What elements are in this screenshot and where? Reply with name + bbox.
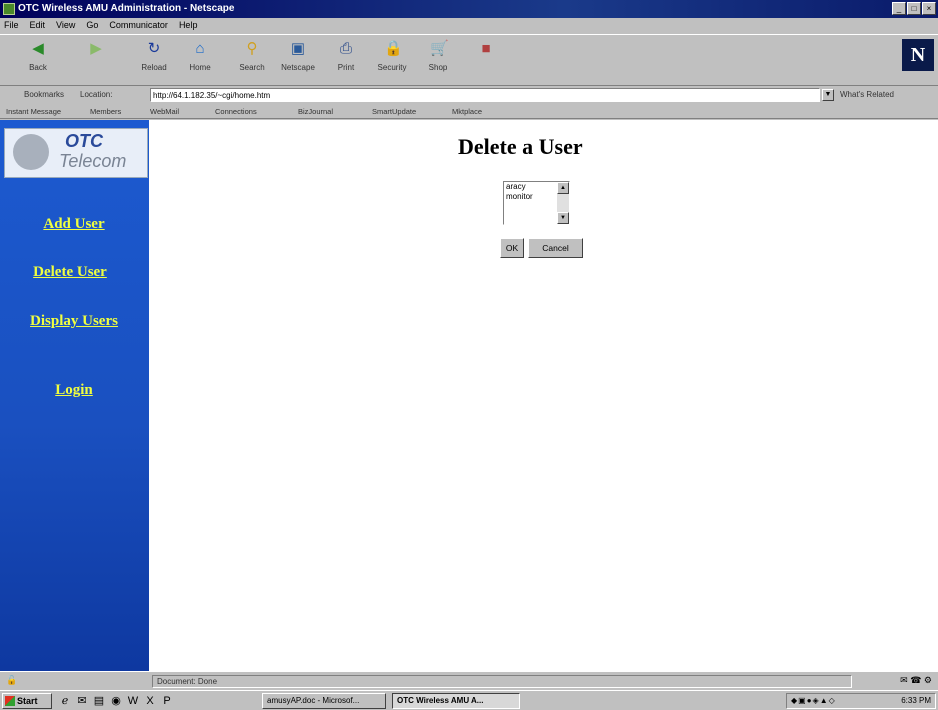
logo-otc-text: OTC	[65, 131, 103, 151]
logo-telecom-text: Telecom	[59, 151, 127, 171]
personal-link-smartupdate[interactable]: SmartUpdate	[372, 107, 416, 116]
location-label: Location:	[80, 90, 113, 99]
maximize-button[interactable]: □	[907, 2, 921, 15]
print-button[interactable]: ⎙ Print	[326, 41, 366, 79]
menu-file[interactable]: File	[4, 18, 19, 32]
security-icon: 🔒	[384, 40, 403, 57]
personal-link-webmail[interactable]: WebMail	[150, 107, 179, 116]
list-scrollbar[interactable]: ▲ ▼	[557, 182, 569, 224]
user-select-list[interactable]: aracy monitor ▲ ▼	[503, 181, 570, 225]
forward-button[interactable]: ▶	[76, 41, 116, 79]
status-bar: 🔓 Document: Done ✉ ☎ ⚙	[0, 671, 938, 689]
menu-bar: File Edit View Go Communicator Help	[0, 18, 938, 32]
forward-arrow-icon: ▶	[90, 40, 102, 57]
nav-add-user[interactable]: Add User	[28, 216, 120, 233]
nav-display-users[interactable]: Display Users	[30, 310, 118, 332]
back-arrow-icon: ◀	[32, 40, 44, 57]
netscape-logo[interactable]: N	[902, 39, 934, 71]
personal-toolbar: Instant Message Members WebMail Connecti…	[0, 105, 938, 119]
outlook-icon[interactable]: ✉	[75, 694, 89, 708]
window-title: OTC Wireless AMU Administration - Netsca…	[18, 3, 235, 14]
netscape-icon: ▣	[290, 40, 306, 57]
window-controls: _ □ ×	[892, 2, 936, 15]
otc-telecom-logo: OTC Telecom	[4, 128, 148, 178]
location-toolbar: Bookmarks Location: http://64.1.182.35/~…	[0, 87, 938, 104]
channels-icon[interactable]: ◉	[109, 694, 123, 708]
url-dropdown-button[interactable]: ▼	[822, 89, 834, 101]
personal-link-instant-message[interactable]: Instant Message	[6, 107, 61, 116]
cancel-button[interactable]: Cancel	[528, 238, 583, 258]
url-input[interactable]: http://64.1.182.35/~cgi/home.htm	[150, 88, 820, 102]
desktop-icon[interactable]: ▤	[92, 694, 106, 708]
home-button[interactable]: ⌂ Home	[180, 41, 220, 79]
menu-communicator[interactable]: Communicator	[109, 18, 168, 32]
word-icon[interactable]: W	[126, 694, 140, 708]
nav-login[interactable]: Login	[40, 382, 108, 399]
page-title: Delete a User	[458, 134, 583, 159]
personal-link-mktplace[interactable]: Mktplace	[452, 107, 482, 116]
powerpoint-icon[interactable]: P	[160, 694, 174, 708]
quick-launch: ℯ ✉ ▤ ◉ W X P	[58, 694, 174, 708]
menu-help[interactable]: Help	[179, 18, 198, 32]
tray-icons[interactable]: ◆▣●◈▲◇	[791, 694, 836, 708]
menu-edit[interactable]: Edit	[30, 18, 46, 32]
ok-button[interactable]: OK	[500, 238, 524, 258]
logo-globe-icon	[13, 134, 49, 170]
netscape-app-icon	[3, 3, 15, 15]
window-titlebar[interactable]: OTC Wireless AMU Administration - Netsca…	[0, 0, 938, 18]
whats-related-button[interactable]: What's Related	[840, 90, 894, 99]
excel-icon[interactable]: X	[143, 694, 157, 708]
search-icon: ⚲	[246, 40, 258, 57]
reload-icon: ↻	[147, 40, 161, 57]
bookmarks-button[interactable]: Bookmarks	[24, 90, 64, 99]
print-icon: ⎙	[339, 40, 352, 57]
minimize-button[interactable]: _	[892, 2, 906, 15]
taskbar-task-word[interactable]: amusyAP.doc - Microsof...	[262, 693, 386, 709]
system-tray: ◆▣●◈▲◇ 6:33 PM	[786, 693, 936, 709]
windows-flag-icon	[5, 696, 15, 706]
menu-go[interactable]: Go	[86, 18, 98, 32]
netscape-button[interactable]: ▣ Netscape	[278, 41, 318, 79]
taskbar-task-netscape[interactable]: OTC Wireless AMU A...	[392, 693, 520, 709]
shop-icon: 🛒	[430, 40, 449, 57]
scroll-up-icon[interactable]: ▲	[557, 182, 569, 194]
stop-button[interactable]: ■	[466, 41, 506, 79]
menu-view[interactable]: View	[56, 18, 75, 32]
navigation-toolbar: ◀ Back ▶ ↻ Reload ⌂ Home ⚲ Search ▣ Nets…	[0, 34, 938, 86]
security-button[interactable]: 🔒 Security	[372, 41, 412, 79]
search-button[interactable]: ⚲ Search	[232, 41, 272, 79]
back-button[interactable]: ◀ Back	[18, 41, 58, 79]
scroll-down-icon[interactable]: ▼	[557, 212, 569, 224]
home-icon: ⌂	[195, 40, 205, 57]
security-status-icon[interactable]: 🔓	[6, 675, 17, 686]
nav-delete-user[interactable]: Delete User	[10, 264, 130, 281]
status-text: Document: Done	[152, 675, 852, 688]
close-button[interactable]: ×	[922, 2, 936, 15]
shop-button[interactable]: 🛒 Shop	[418, 41, 458, 79]
start-button[interactable]: Start	[2, 693, 52, 709]
stop-icon: ■	[481, 40, 491, 57]
reload-button[interactable]: ↻ Reload	[134, 41, 174, 79]
clock[interactable]: 6:33 PM	[901, 694, 931, 708]
component-bar-icons[interactable]: ✉ ☎ ⚙	[900, 675, 932, 686]
page-content: OTC Telecom Add User Delete User Display…	[0, 120, 938, 671]
ie-icon[interactable]: ℯ	[58, 694, 72, 708]
sidebar: OTC Telecom Add User Delete User Display…	[0, 120, 149, 671]
personal-link-members[interactable]: Members	[90, 107, 121, 116]
personal-link-bizjournal[interactable]: BizJournal	[298, 107, 333, 116]
personal-link-connections[interactable]: Connections	[215, 107, 257, 116]
windows-taskbar: Start ℯ ✉ ▤ ◉ W X P amusyAP.doc - Micros…	[0, 690, 938, 710]
